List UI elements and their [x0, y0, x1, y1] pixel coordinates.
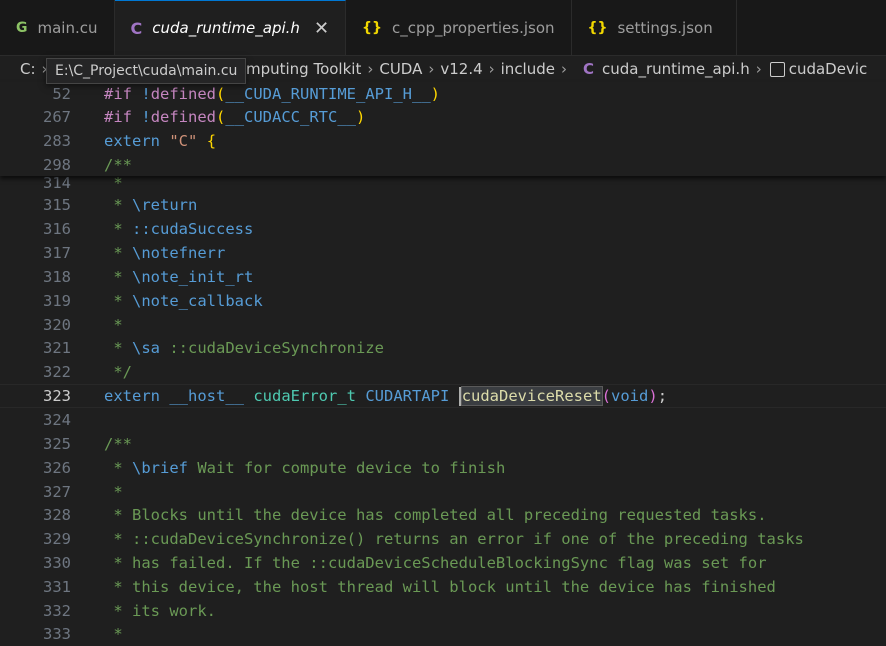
tab-label: main.cu: [37, 18, 98, 37]
code-line: 331 * this device, the host thread will …: [43, 578, 776, 596]
code-line: 324: [43, 411, 71, 429]
breadcrumb-item[interactable]: include: [501, 60, 555, 78]
tab-label: cuda_runtime_api.h: [152, 19, 300, 37]
code-line: 327 *: [43, 483, 123, 501]
code-editor[interactable]: 314 * 315 * \return 316 * ::cudaSuccess …: [0, 82, 886, 643]
json-file-icon: {}: [362, 19, 382, 36]
tab-label: c_cpp_properties.json: [391, 18, 555, 37]
breadcrumb-item[interactable]: v12.4: [440, 60, 482, 78]
code-line: 333 *: [43, 625, 123, 643]
chevron-right-icon: ›: [755, 60, 762, 78]
code-line: 317 * \notefnerr: [43, 244, 226, 262]
breadcrumb-item[interactable]: CUDA: [379, 60, 422, 78]
breadcrumb-drive[interactable]: C:: [20, 60, 36, 78]
close-icon[interactable]: ✕: [314, 18, 329, 39]
path-tooltip: E:\C_Project\cuda\main.cu: [46, 58, 247, 84]
sticky-line[interactable]: 267 #if !defined(__CUDACC_RTC__): [0, 105, 886, 129]
breadcrumb-symbol[interactable]: cudaDevic: [789, 60, 868, 78]
tab-c-cpp-properties[interactable]: {} c_cpp_properties.json: [346, 0, 572, 55]
code-line: 332 * its work.: [43, 602, 216, 620]
code-line: 316 * ::cudaSuccess: [43, 220, 254, 238]
code-line: 322 */: [43, 363, 132, 381]
c-file-icon: C: [130, 18, 143, 38]
code-line: 319 * \note_callback: [43, 292, 263, 310]
cuda-file-icon: G: [16, 19, 28, 36]
tab-main-cu[interactable]: G main.cu: [0, 0, 115, 55]
code-line: 330 * has failed. If the ::cudaDeviceSch…: [43, 554, 767, 572]
code-line: 318 * \note_init_rt: [43, 268, 254, 286]
sticky-line[interactable]: 283 extern "C" {: [0, 129, 886, 153]
code-line: 320 *: [43, 316, 123, 334]
code-line: 326 * \brief Wait for compute device to …: [43, 459, 506, 477]
chevron-right-icon: ›: [561, 60, 567, 78]
code-line: 325/**: [43, 435, 132, 453]
tab-label: settings.json: [617, 18, 713, 37]
chevron-right-icon: ›: [428, 60, 435, 78]
symbol-cube-icon: [769, 61, 785, 77]
text-cursor: [458, 387, 461, 406]
json-file-icon: {}: [587, 19, 608, 36]
chevron-right-icon: ›: [488, 60, 495, 78]
code-line: 329 * ::cudaDeviceSynchronize() returns …: [43, 530, 804, 548]
code-line-current: 323 extern __host__ cudaError_t CUDARTAPI…: [43, 386, 668, 406]
breadcrumb-file[interactable]: cuda_runtime_api.h: [602, 60, 750, 78]
tab-cuda-runtime-api[interactable]: C cuda_runtime_api.h ✕: [114, 0, 347, 55]
code-line: 328 * Blocks until the device has comple…: [43, 506, 767, 524]
chevron-right-icon: ›: [367, 60, 374, 78]
code-line: 315 * \return: [43, 196, 198, 214]
sticky-line[interactable]: 52 #if !defined(__CUDA_RUNTIME_API_H__): [0, 82, 886, 106]
code-line: 321 * \sa ::cudaDeviceSynchronize: [43, 339, 384, 357]
c-file-icon: C: [583, 60, 595, 78]
tab-bar: G main.cu C cuda_runtime_api.h ✕ {} c_cp…: [0, 0, 886, 56]
sticky-line[interactable]: 298/**: [0, 153, 886, 177]
tab-settings-json[interactable]: {} settings.json: [572, 0, 737, 55]
sticky-scroll[interactable]: 52 #if !defined(__CUDA_RUNTIME_API_H__) 2…: [0, 82, 886, 176]
